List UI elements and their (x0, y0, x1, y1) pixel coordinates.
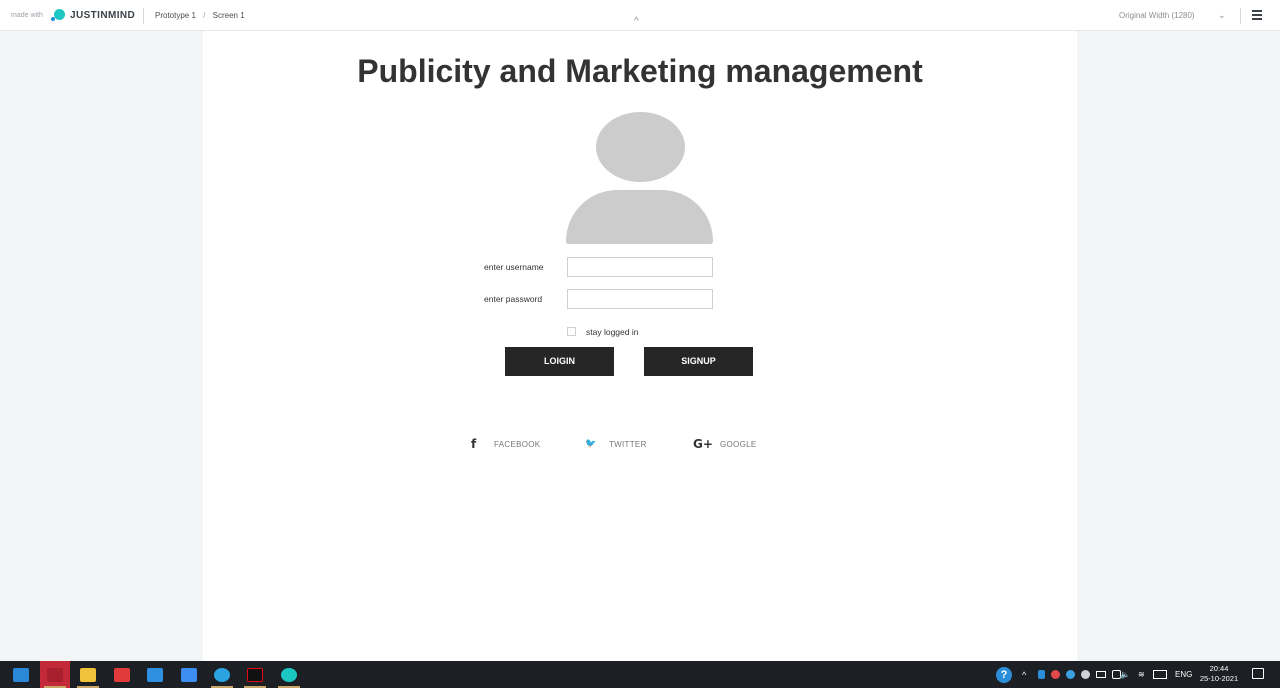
made-with-label: made with (11, 12, 43, 19)
volume-icon[interactable]: 🔈 (1120, 661, 1130, 688)
system-tray-icons[interactable] (1038, 661, 1121, 688)
width-select[interactable]: Original Width (1280) (1119, 11, 1195, 20)
prototype-canvas: Publicity and Marketing management enter… (203, 31, 1077, 661)
prototype-topbar: made with JUSTINMIND Prototype 1 / Scree… (0, 0, 1280, 31)
justinmind-logo-icon (51, 9, 65, 22)
divider (143, 8, 144, 24)
language-indicator[interactable]: ENG (1175, 661, 1192, 688)
password-input[interactable] (567, 289, 713, 309)
vivaldi-icon[interactable] (107, 661, 137, 688)
clock-date: 25-10-2021 (1199, 674, 1239, 683)
facebook-label: FACEBOOK (494, 440, 541, 449)
collapse-caret-icon[interactable]: ^ (634, 16, 639, 27)
stay-logged-in-label: stay logged in (586, 327, 639, 337)
twitter-login-link[interactable]: 🐦 TWITTER (585, 437, 655, 451)
mail-app-icon[interactable] (6, 661, 36, 688)
todo-icon[interactable] (174, 661, 204, 688)
twitter-label: TWITTER (609, 440, 647, 449)
stay-logged-in-checkbox[interactable] (567, 327, 576, 336)
vscode-icon[interactable] (140, 661, 170, 688)
google-label: GOOGLE (720, 440, 757, 449)
justinmind-app-icon[interactable] (274, 661, 304, 688)
facebook-login-link[interactable]: f FACEBOOK (471, 437, 551, 451)
divider (1240, 8, 1241, 24)
username-input[interactable] (567, 257, 713, 277)
menu-icon[interactable] (1252, 10, 1262, 20)
login-button[interactable]: LOIGIN (505, 347, 614, 376)
username-label: enter username (484, 262, 544, 272)
red-app-icon[interactable] (40, 661, 70, 688)
show-hidden-icons-icon[interactable]: ^ (1022, 661, 1026, 688)
file-explorer-icon[interactable] (73, 661, 103, 688)
wifi-icon[interactable]: ≋ (1138, 661, 1145, 688)
user-avatar-icon (566, 112, 713, 244)
signup-button[interactable]: SIGNUP (644, 347, 753, 376)
brand-name: JUSTINMIND (70, 10, 136, 21)
windows-taskbar: ? ^ 🔈 ≋ ENG 20:44 25-10-2021 (0, 661, 1280, 688)
breadcrumb-prototype[interactable]: Prototype 1 (155, 11, 196, 20)
breadcrumb-separator: / (203, 11, 206, 20)
password-label: enter password (484, 294, 543, 304)
system-clock[interactable]: 20:44 25-10-2021 (1198, 664, 1240, 684)
twitter-icon: 🐦 (585, 439, 597, 449)
breadcrumb: Prototype 1 / Screen 1 (155, 11, 245, 20)
google-plus-icon: G+ (693, 437, 713, 451)
facebook-icon: f (471, 437, 477, 451)
clock-time: 20:44 (1209, 664, 1229, 673)
telegram-icon[interactable] (207, 661, 237, 688)
breadcrumb-screen[interactable]: Screen 1 (213, 11, 245, 20)
chevron-down-icon[interactable]: ⌄ (1218, 10, 1226, 21)
keyboard-icon[interactable] (1153, 661, 1167, 688)
netflix-icon[interactable] (240, 661, 270, 688)
page-title: Publicity and Marketing management (357, 53, 923, 89)
help-icon[interactable]: ? (996, 661, 1012, 688)
google-login-link[interactable]: G+ GOOGLE (693, 437, 763, 451)
notification-center-icon[interactable] (1252, 668, 1264, 679)
